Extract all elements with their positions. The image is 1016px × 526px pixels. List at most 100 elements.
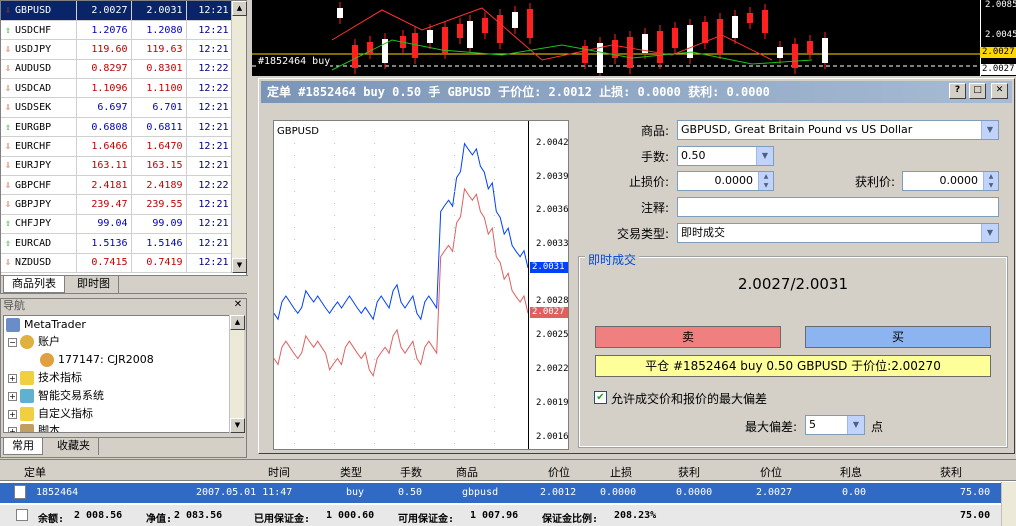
indicator-icon [20, 371, 34, 385]
column-header[interactable]: 利息 [840, 464, 862, 480]
grid-dot [454, 191, 455, 192]
arrow-down-icon: ⇩ [4, 257, 12, 269]
table-row[interactable]: ⇩ USDJPY 119.60 119.63 12:21 [1, 39, 233, 60]
tree-account-item[interactable]: 177147: CJR2008 [40, 351, 154, 369]
tab-common[interactable]: 常用 [3, 438, 43, 455]
time-cell: 12:22 [186, 59, 233, 80]
navigator-scrollbar[interactable]: ▲ ▼ [229, 315, 245, 433]
scroll-up-icon[interactable]: ▲ [230, 315, 245, 330]
account-summary-row: 余额: 2 008.56 净值: 2 083.56 已用保证金: 1 000.60 可用保证… [0, 505, 1001, 526]
comment-input[interactable] [677, 197, 999, 217]
close-icon[interactable]: ✕ [232, 300, 244, 311]
chevron-down-icon[interactable]: ▼ [981, 121, 998, 139]
grid-dot [454, 227, 455, 228]
tree-experts-label: 智能交易系统 [38, 389, 104, 402]
grid-dot [374, 251, 375, 252]
expand-icon[interactable]: + [8, 391, 17, 401]
column-header[interactable]: 价位 [760, 464, 782, 480]
table-row[interactable]: ⇩ EURJPY 163.11 163.15 12:21 [1, 156, 233, 177]
terminal-scrollbar[interactable] [1001, 482, 1016, 526]
tree-custom-indicators[interactable]: + 自定义指标 [8, 405, 93, 423]
close-position-button[interactable]: 平仓 #1852464 buy 0.50 GBPUSD 于价位:2.00270 [595, 355, 991, 377]
tree-root[interactable]: MetaTrader [6, 316, 86, 334]
scroll-down-icon[interactable]: ▼ [230, 418, 245, 433]
stop-loss-input[interactable]: 0.0000 ▲ ▼ [677, 171, 774, 191]
expand-icon[interactable]: + [8, 373, 17, 383]
expand-icon[interactable]: + [8, 426, 17, 432]
column-header[interactable]: 止损 [610, 464, 632, 480]
tree-accounts[interactable]: − 账户 [8, 333, 60, 351]
column-header[interactable]: 时间 [268, 464, 290, 480]
bid-cell: 0.8297 [76, 59, 132, 80]
symbol-cell: ⇩ GBPCHF [1, 175, 77, 196]
close-icon[interactable]: ✕ [991, 83, 1008, 99]
table-row[interactable]: ⇩ GBPCHF 2.4181 2.4189 12:22 [1, 175, 233, 196]
grid-dot [294, 419, 295, 420]
table-row[interactable]: ⇧ CHFJPY 99.04 99.09 12:21 [1, 214, 233, 235]
maximize-icon[interactable]: □ [969, 83, 986, 99]
spin-up-icon[interactable]: ▲ [983, 172, 998, 181]
spin-up-icon[interactable]: ▲ [758, 172, 773, 181]
table-row[interactable]: ⇩ USDCAD 1.1096 1.1100 12:22 [1, 78, 233, 99]
tab-symbols[interactable]: 商品列表 [3, 276, 65, 293]
chevron-down-icon[interactable]: ▼ [756, 147, 773, 165]
column-header[interactable]: 类型 [340, 464, 362, 480]
max-deviation-select[interactable]: 5 ▼ [805, 415, 865, 435]
time-cell: 12:21 [186, 1, 233, 21]
order-type-select[interactable]: 即时成交 ▼ [677, 223, 999, 243]
take-profit-input[interactable]: 0.0000 ▲ ▼ [902, 171, 999, 191]
column-header[interactable]: 获利 [940, 464, 962, 480]
spin-down-icon[interactable]: ▼ [983, 181, 998, 190]
column-header[interactable]: 价位 [548, 464, 570, 480]
tree-indicators[interactable]: + 技术指标 [8, 369, 82, 387]
background-chart[interactable]: #1852464 buy 2.0085 2.0045 2.0027 2.0027 [252, 0, 1016, 76]
symbol-cell: ⇩ GBPUSD [1, 1, 77, 21]
grid-dot [454, 263, 455, 264]
tree-experts[interactable]: + 智能交易系统 [8, 387, 104, 405]
candle [687, 25, 693, 58]
time-cell: 12:21 [186, 97, 233, 118]
volume-select[interactable]: 0.50 ▼ [677, 146, 774, 166]
table-row[interactable]: ⇩ NZDUSD 0.7415 0.7419 12:21 [1, 253, 233, 273]
symbol-select[interactable]: GBPUSD, Great Britain Pound vs US Dollar… [677, 120, 999, 140]
scroll-up-icon[interactable]: ▲ [232, 1, 247, 16]
tree-scripts[interactable]: + 脚本 [8, 422, 60, 432]
bid-cell: 1.1096 [76, 78, 132, 99]
table-row[interactable]: ⇩ GBPUSD 2.0027 2.0031 12:21 [1, 1, 233, 21]
column-header[interactable]: 获利 [678, 464, 700, 480]
grid-dot [494, 263, 495, 264]
bid-cell: 99.04 [76, 214, 132, 235]
scroll-down-icon[interactable]: ▼ [232, 258, 247, 273]
tab-favorites[interactable]: 收藏夹 [49, 438, 99, 455]
table-row[interactable]: ⇧ EURGBP 0.6808 0.6811 12:21 [1, 117, 233, 138]
spin-down-icon[interactable]: ▼ [758, 181, 773, 190]
column-header[interactable]: 商品 [456, 464, 478, 480]
tab-tick-chart[interactable]: 即时图 [69, 276, 119, 293]
grid-dot [414, 155, 415, 156]
table-row[interactable]: ⇩ GBPJPY 239.47 239.55 12:21 [1, 194, 233, 215]
collapse-icon[interactable]: − [8, 337, 17, 347]
market-watch-tabs: 商品列表 即时图 [1, 275, 248, 293]
grid-dot [294, 239, 295, 240]
column-header[interactable]: 定单 [24, 464, 46, 480]
table-row[interactable]: ⇩ AUDUSD 0.8297 0.8301 12:22 [1, 59, 233, 80]
chevron-down-icon[interactable]: ▼ [981, 224, 998, 242]
table-row[interactable]: ⇩ USDSEK 6.697 6.701 12:21 [1, 97, 233, 118]
grid-dot [374, 143, 375, 144]
y-tick-label: 2.0027 [530, 307, 568, 319]
help-icon[interactable]: ? [949, 83, 966, 99]
candle [467, 21, 473, 48]
expert-advisor-icon [20, 389, 34, 403]
table-row[interactable]: ⇩ EURCHF 1.6466 1.6470 12:21 [1, 136, 233, 157]
buy-button[interactable]: 买 [805, 326, 991, 348]
candle [527, 9, 533, 38]
table-row[interactable]: ⇧ EURCAD 1.5136 1.5146 12:21 [1, 233, 233, 254]
market-watch-scrollbar[interactable]: ▲ ▼ [231, 1, 247, 273]
deviation-checkbox[interactable]: ✔ [594, 391, 607, 404]
expand-icon[interactable]: + [8, 409, 17, 419]
chevron-down-icon[interactable]: ▼ [847, 416, 864, 434]
table-row[interactable]: 1852464 2007.05.01 11:47 buy 0.50 gbpusd 2.00… [0, 483, 1001, 503]
column-header[interactable]: 手数 [400, 464, 422, 480]
table-row[interactable]: ⇧ USDCHF 1.2076 1.2080 12:21 [1, 20, 233, 41]
sell-button[interactable]: 卖 [595, 326, 781, 348]
